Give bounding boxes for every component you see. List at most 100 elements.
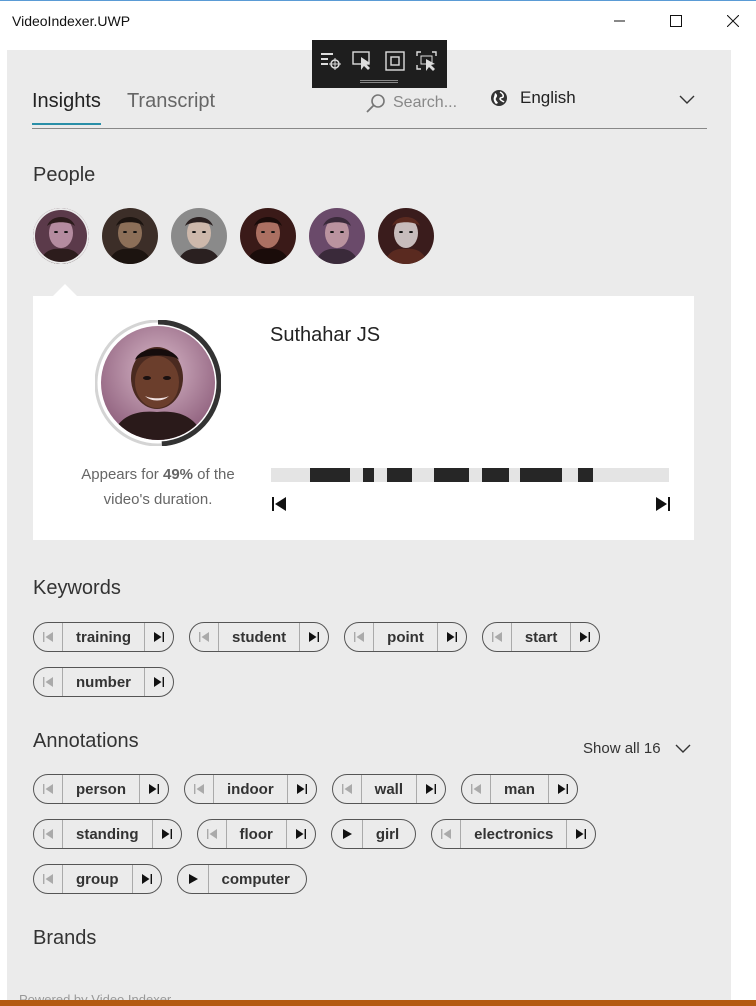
skip-previous-icon	[43, 677, 53, 687]
appearance-summary: Appears for 49% of the video's duration.	[73, 462, 243, 512]
person-avatar[interactable]	[309, 208, 365, 264]
chip-label[interactable]: point	[373, 623, 438, 651]
tab-transcript[interactable]: Transcript	[127, 90, 215, 125]
previous-occurrence-button[interactable]	[34, 668, 62, 696]
skip-previous-icon	[206, 829, 217, 839]
next-occurrence-button[interactable]	[288, 775, 316, 803]
timeline-next-button[interactable]	[653, 496, 671, 517]
previous-occurrence-button[interactable]	[190, 623, 218, 651]
maximize-button[interactable]	[653, 5, 699, 37]
next-occurrence-button[interactable]	[140, 775, 168, 803]
window-title: VideoIndexer.UWP	[12, 13, 131, 29]
timeline-segment[interactable]	[577, 468, 593, 482]
previous-occurrence-button[interactable]	[462, 775, 490, 803]
chip-label[interactable]: training	[62, 623, 145, 651]
search-placeholder: Search...	[393, 94, 458, 111]
annotations.items-chip: floor	[196, 819, 316, 849]
minimize-icon	[614, 20, 625, 22]
previous-occurrence-button[interactable]	[432, 820, 460, 848]
language-dropdown-button[interactable]	[679, 92, 695, 110]
timeline-previous-button[interactable]	[271, 496, 289, 517]
skip-next-icon	[309, 632, 320, 642]
keywords-chip: start	[481, 622, 601, 652]
next-occurrence-button[interactable]	[300, 623, 328, 651]
skip-previous-icon	[471, 784, 482, 794]
next-occurrence-button[interactable]	[571, 623, 599, 651]
show-all-label: Show all 16	[583, 740, 661, 757]
person-avatar[interactable]	[33, 208, 89, 264]
previous-occurrence-button[interactable]	[198, 820, 226, 848]
language-selector[interactable]: English	[490, 88, 576, 108]
timeline-segment[interactable]	[387, 468, 412, 482]
skip-next-icon	[296, 784, 307, 794]
chip-label[interactable]: girl	[361, 820, 415, 848]
next-occurrence-button[interactable]	[133, 865, 161, 893]
show-all-annotations-button[interactable]: Show all 16	[583, 740, 691, 757]
search-box[interactable]: Search...	[365, 92, 457, 114]
annotations.items-chip: indoor	[184, 774, 317, 804]
close-button[interactable]	[710, 5, 756, 37]
track-focus-icon	[416, 51, 437, 71]
appears-percent: 49%	[162, 466, 194, 483]
chip-label[interactable]: student	[218, 623, 301, 651]
chip-label[interactable]: start	[510, 623, 572, 651]
title-bar: VideoIndexer.UWP	[0, 0, 756, 40]
next-occurrence-button[interactable]	[145, 623, 173, 651]
debug-select-element-button[interactable]	[318, 50, 344, 72]
previous-occurrence-button[interactable]	[345, 623, 373, 651]
next-occurrence-button[interactable]	[287, 820, 315, 848]
previous-occurrence-button[interactable]	[34, 775, 62, 803]
person-avatar[interactable]	[240, 208, 296, 264]
chip-label[interactable]: indoor	[213, 775, 288, 803]
chip-label[interactable]: group	[62, 865, 133, 893]
timeline-segment[interactable]	[310, 468, 350, 482]
appearance-timeline[interactable]	[271, 468, 669, 482]
skip-previous-icon	[43, 632, 53, 642]
people-heading: People	[33, 164, 96, 186]
skip-previous-icon	[194, 784, 205, 794]
chip-label[interactable]: floor	[225, 820, 287, 848]
timeline-segment[interactable]	[363, 468, 375, 482]
chip-label[interactable]: person	[62, 775, 141, 803]
globe-icon	[491, 90, 507, 106]
debug-track-focus-button[interactable]	[414, 50, 440, 72]
skip-next-icon	[161, 829, 172, 839]
next-occurrence-button[interactable]	[145, 668, 173, 696]
previous-occurrence-button[interactable]	[34, 820, 62, 848]
previous-occurrence-button[interactable]	[483, 623, 511, 651]
previous-occurrence-button[interactable]	[34, 623, 62, 651]
person-avatar[interactable]	[378, 208, 434, 264]
previous-occurrence-button[interactable]	[333, 775, 361, 803]
chip-label[interactable]: wall	[360, 775, 418, 803]
previous-occurrence-button[interactable]	[34, 865, 62, 893]
keywords-heading: Keywords	[33, 577, 121, 599]
chip-label[interactable]: electronics	[460, 820, 568, 848]
timeline-segment[interactable]	[519, 468, 562, 482]
next-occurrence-button[interactable]	[567, 820, 595, 848]
minimize-button[interactable]	[597, 5, 643, 37]
next-occurrence-button[interactable]	[438, 623, 466, 651]
skip-next-icon	[149, 784, 160, 794]
debug-toolbar-drag-handle[interactable]	[360, 80, 398, 83]
chip-label[interactable]: standing	[62, 820, 153, 848]
play-button[interactable]	[332, 820, 362, 848]
annotations.items-chip: wall	[331, 774, 447, 804]
chip-label[interactable]: man	[490, 775, 549, 803]
timeline-segment[interactable]	[481, 468, 509, 482]
debug-layout-adorner-button[interactable]	[382, 50, 408, 72]
search-icon	[366, 94, 385, 113]
previous-occurrence-button[interactable]	[185, 775, 213, 803]
play-icon	[342, 829, 352, 839]
person-avatar[interactable]	[171, 208, 227, 264]
debug-pointer-button[interactable]	[350, 50, 376, 72]
next-occurrence-button[interactable]	[417, 775, 445, 803]
next-occurrence-button[interactable]	[549, 775, 577, 803]
tab-insights[interactable]: Insights	[32, 90, 101, 125]
person-avatar[interactable]	[102, 208, 158, 264]
chip-label[interactable]: number	[62, 668, 146, 696]
play-button[interactable]	[178, 865, 208, 893]
chip-label[interactable]: computer	[207, 865, 306, 893]
next-occurrence-button[interactable]	[153, 820, 181, 848]
timeline-segment[interactable]	[434, 468, 470, 482]
play-icon	[188, 874, 198, 884]
